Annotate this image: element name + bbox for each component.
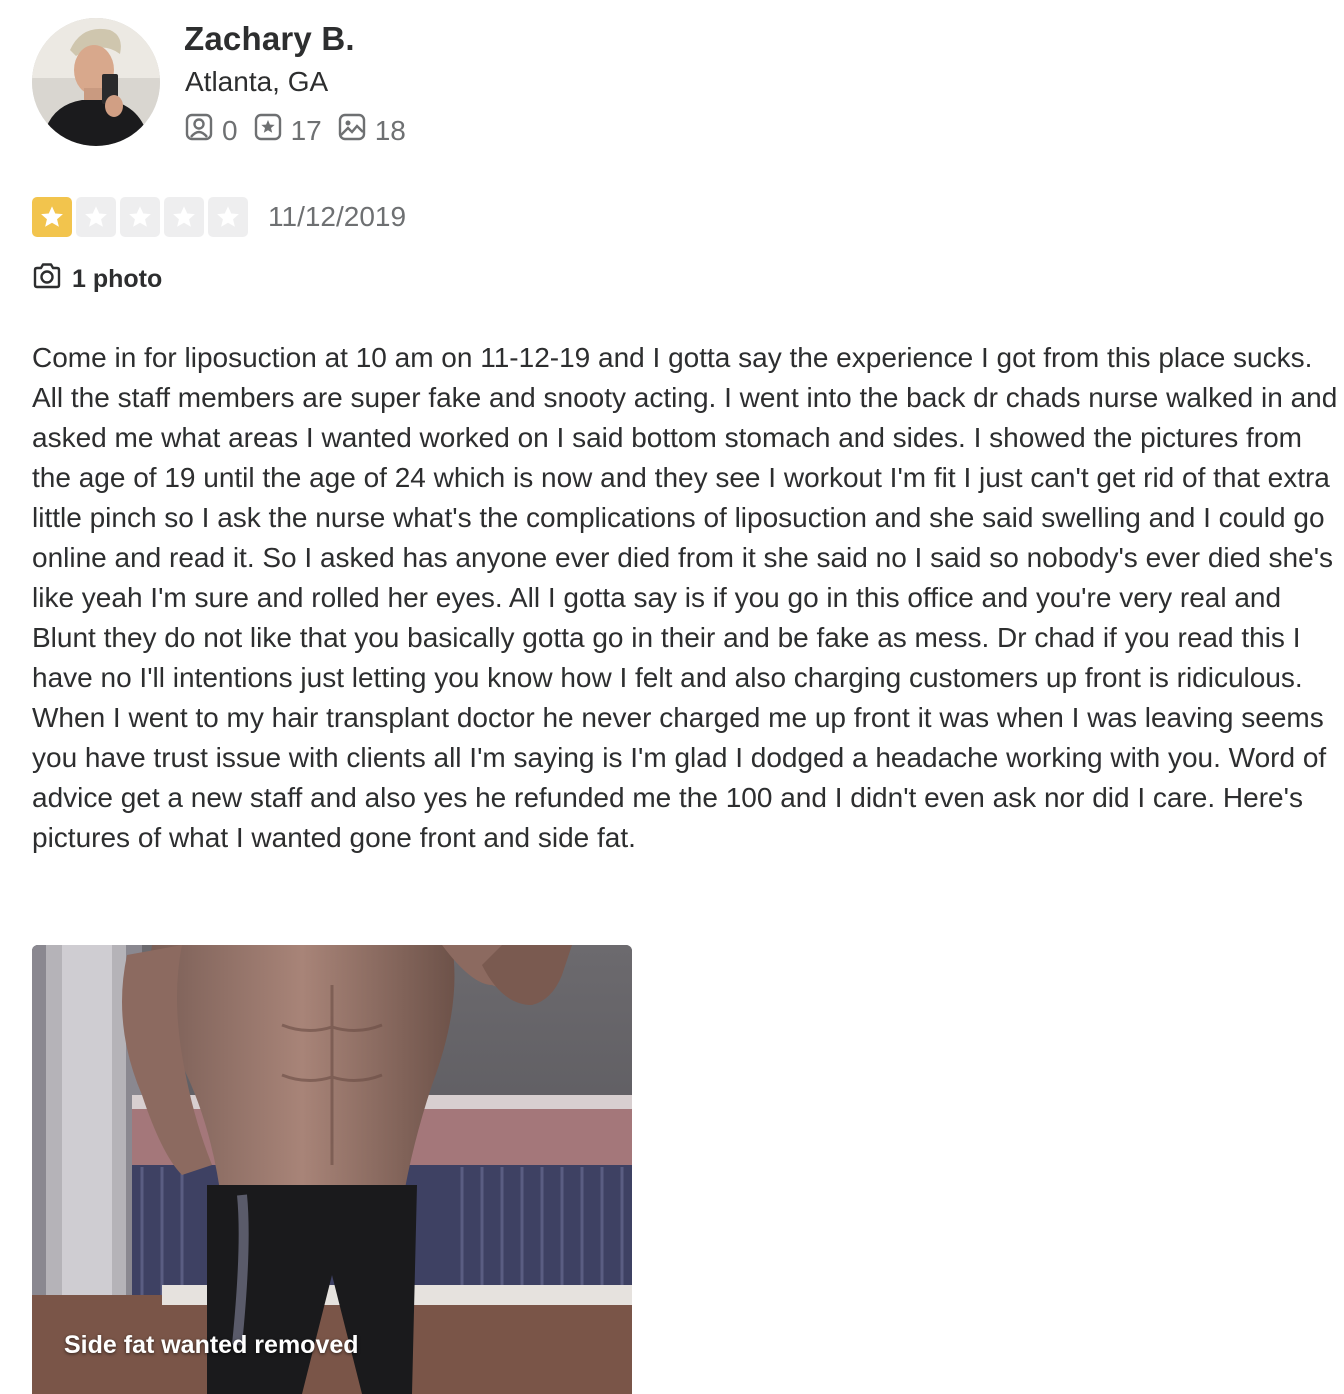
review-date: 11/12/2019 bbox=[268, 201, 407, 232]
star-icon bbox=[85, 206, 107, 227]
friends-stat: 0 bbox=[185, 113, 238, 148]
review-star-icon bbox=[254, 113, 291, 148]
star-filled bbox=[32, 197, 72, 237]
photos-count: 18 bbox=[374, 114, 406, 146]
review-photo-image bbox=[32, 945, 632, 1394]
star-icon bbox=[217, 206, 239, 227]
friends-count: 0 bbox=[222, 114, 238, 146]
reviewer-avatar[interactable] bbox=[32, 18, 160, 146]
star-empty bbox=[164, 197, 204, 237]
star-empty bbox=[208, 197, 248, 237]
review-photo[interactable]: Side fat wanted removed bbox=[32, 945, 632, 1394]
camera-icon bbox=[32, 262, 72, 297]
photos-stat: 18 bbox=[338, 113, 406, 148]
star-empty bbox=[120, 197, 160, 237]
avatar-image bbox=[32, 18, 160, 146]
star-icon bbox=[41, 206, 63, 227]
reviewer-location: Atlanta, GA bbox=[185, 66, 329, 97]
reviews-count: 17 bbox=[290, 114, 322, 146]
star-empty bbox=[76, 197, 116, 237]
review-text: Come in for liposuction at 10 am on 11-1… bbox=[32, 342, 1338, 853]
reviews-stat: 17 bbox=[254, 113, 322, 148]
star-icon bbox=[173, 206, 195, 227]
rating-row: 11/12/2019 bbox=[32, 197, 406, 237]
reviewer-header: Zachary B. Atlanta, GA 0 17 18 bbox=[32, 18, 632, 148]
reviewer-stats: 0 17 18 bbox=[185, 113, 422, 148]
photo-caption: Side fat wanted removed bbox=[64, 1331, 359, 1359]
reviewer-name[interactable]: Zachary B. bbox=[184, 20, 355, 58]
photo-count-label: 1 photo bbox=[72, 265, 163, 293]
star-icon bbox=[129, 206, 151, 227]
photo-icon bbox=[338, 113, 375, 148]
friends-icon bbox=[185, 113, 222, 148]
star-rating bbox=[32, 197, 252, 237]
photo-count-link[interactable]: 1 photo bbox=[32, 262, 162, 297]
